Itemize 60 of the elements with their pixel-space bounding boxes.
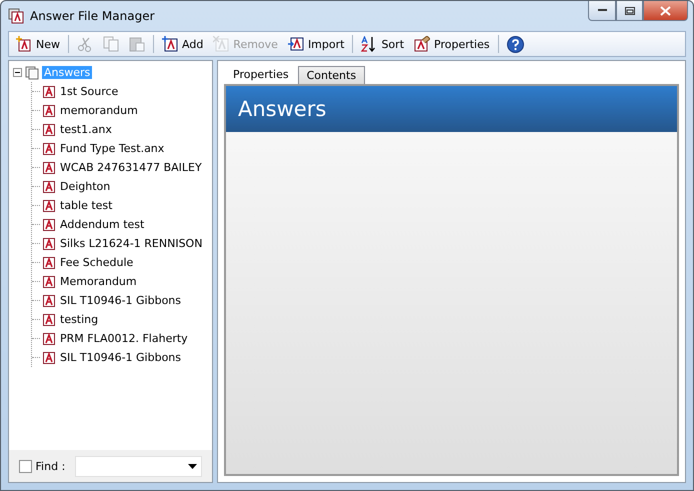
- new-document-icon: [16, 36, 32, 52]
- dropdown-icon: [188, 464, 197, 468]
- document-icon: [43, 180, 55, 192]
- add-button[interactable]: Add: [158, 33, 208, 55]
- document-icon: [43, 142, 55, 154]
- collapse-icon[interactable]: [13, 68, 22, 77]
- document-icon: [43, 200, 55, 212]
- tree-item[interactable]: test1.anx: [58, 123, 114, 136]
- copy-icon: [103, 36, 119, 52]
- new-button[interactable]: New: [12, 33, 64, 55]
- tree-item[interactable]: Deighton: [58, 180, 112, 193]
- restore-button[interactable]: [616, 1, 643, 21]
- minimize-button[interactable]: [588, 1, 616, 21]
- document-icon: [43, 332, 55, 344]
- document-icon: [43, 276, 55, 288]
- tree-item[interactable]: Fee Schedule: [58, 256, 136, 269]
- close-button[interactable]: [643, 1, 688, 21]
- paste-icon: [129, 36, 145, 52]
- scissors-icon: [77, 36, 93, 52]
- properties-icon: [414, 36, 430, 52]
- tree-item[interactable]: Fund Type Test.anx: [58, 142, 166, 155]
- app-icon: [8, 8, 24, 24]
- sort-button[interactable]: Sort: [357, 33, 408, 55]
- tree-item[interactable]: SIL T10946-1 Gibbons: [58, 294, 184, 307]
- import-icon: [288, 36, 304, 52]
- sort-icon: [361, 36, 378, 52]
- properties-button[interactable]: Properties: [410, 33, 494, 55]
- find-label: Find :: [36, 460, 66, 472]
- tree-item[interactable]: memorandum: [58, 104, 140, 117]
- document-icon: [43, 218, 55, 230]
- document-icon: [43, 104, 55, 116]
- tree-item[interactable]: table test: [58, 199, 114, 212]
- add-document-icon: [162, 36, 178, 52]
- minimize-icon: [598, 9, 606, 12]
- document-icon: [43, 352, 55, 364]
- restore-icon: [624, 6, 634, 14]
- tree-item[interactable]: Memorandum: [58, 275, 139, 288]
- document-icon: [43, 256, 55, 268]
- document-icon: [43, 314, 55, 326]
- document-icon: [43, 124, 55, 136]
- tree-item[interactable]: Addendum test: [58, 218, 146, 231]
- tree-item[interactable]: testing: [58, 313, 100, 326]
- find-checkbox[interactable]: [19, 460, 32, 472]
- window-title: Answer File Manager: [30, 9, 155, 23]
- folder-stack-icon: [25, 66, 39, 80]
- tree-item[interactable]: PRM FLA0012. Flaherty: [58, 332, 190, 345]
- panel-header: Answers: [226, 86, 677, 132]
- tab[interactable]: Contents: [298, 66, 366, 84]
- close-icon: [660, 6, 671, 16]
- help-icon: [506, 36, 524, 52]
- document-icon: [43, 238, 55, 250]
- remove-document-icon: [213, 36, 230, 52]
- tree-item[interactable]: 1st Source: [58, 85, 120, 98]
- document-icon: [43, 294, 55, 306]
- tree-item[interactable]: WCAB 247631477 BAILEY: [58, 161, 204, 174]
- tree-item[interactable]: SIL T10946-1 Gibbons: [58, 351, 184, 364]
- document-icon: [43, 86, 55, 98]
- import-button[interactable]: Import: [284, 33, 348, 55]
- document-icon: [43, 162, 55, 174]
- tree-item[interactable]: Silks L21624-1 RENNISON: [58, 237, 204, 250]
